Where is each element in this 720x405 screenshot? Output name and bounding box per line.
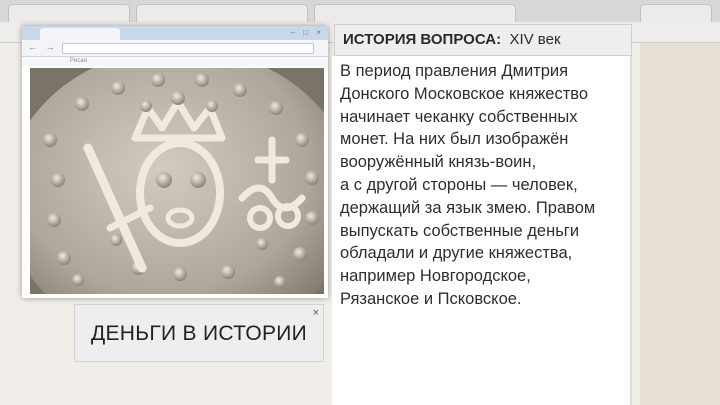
coin-illustration (30, 68, 324, 294)
background-tab (314, 4, 516, 23)
background-stripe (640, 43, 720, 405)
background-tab (640, 4, 712, 23)
mini-address-bar[interactable] (62, 43, 314, 54)
coin-image (30, 68, 324, 294)
panel-divider (630, 56, 632, 405)
panel-century: XIV век (509, 31, 561, 48)
caption-label: ДЕНЬГИ В ИСТОРИИ (90, 322, 308, 345)
mini-browser-window: – □ × ← → C Рисая (22, 26, 328, 298)
mini-tab[interactable] (40, 28, 120, 40)
panel-body-text: В период правления Дмитрия Донского Моск… (340, 62, 596, 308)
panel-header-text: ИСТОРИЯ ВОПРОСА: XIV век (343, 31, 561, 48)
close-icon[interactable]: × (313, 307, 319, 319)
background-tab (136, 4, 308, 23)
mini-window-buttons[interactable]: – □ × (291, 28, 324, 37)
background-tab (8, 4, 130, 23)
mini-bookmark[interactable]: Рисая (70, 58, 87, 64)
mini-toolbar: ← → C (22, 40, 328, 57)
mini-tabstrip: – □ × (22, 26, 328, 40)
panel-title: ИСТОРИЯ ВОПРОСА: (343, 31, 502, 48)
mini-bookmarks-bar: Рисая (22, 57, 328, 67)
panel-header: ИСТОРИЯ ВОПРОСА: XIV век (334, 24, 632, 56)
background-tabstrip (0, 0, 720, 23)
caption-plaque: × ДЕНЬГИ В ИСТОРИИ (74, 304, 324, 362)
